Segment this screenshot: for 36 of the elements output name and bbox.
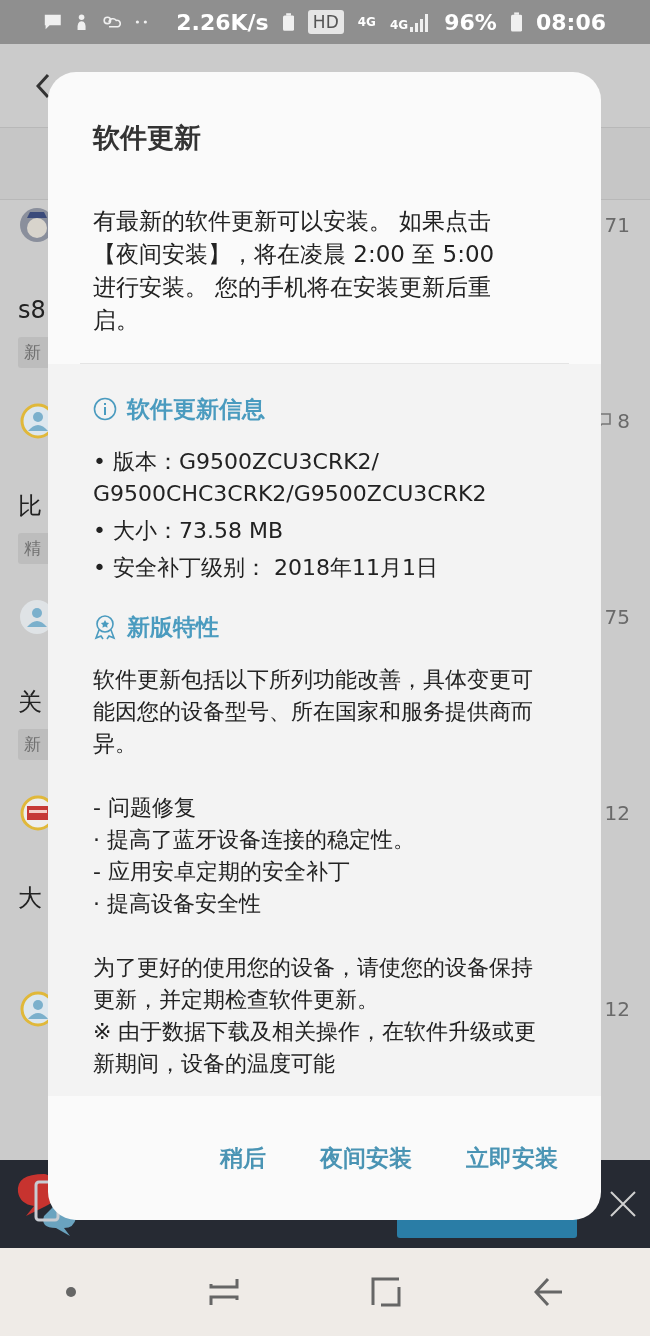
back-arrow-icon[interactable] [533,1277,564,1307]
info-item: • 版本：G9500ZCU3CRK2/ G9500CHC3CRK2/G9500ZCU3CRK2 [93,448,487,508]
dialog-title: 软件更新 [93,121,201,155]
post-title[interactable]: 比 [18,491,42,521]
dialog-message: 有最新的软件更新可以安装。 如果点击【夜间安装】，将在凌晨 2:00 至 5:00 进行安装。 您的手机将在安装更新后重启。 [93,207,496,335]
feature-paragraph: 软件更新包括以下所列功能改善，具体变更可能因您的设备型号、所在国家和服务提供商而异。 [93,666,534,758]
network-type: 4G [357,15,376,29]
feature-paragraph: - 问题修复 · 提高了蓝牙设备连接的稳定性。 - 应用安卓定期的安全补丁 · 提高设备安全性 [93,794,415,918]
section-heading: 新版特性 [127,612,219,642]
person-icon [75,12,87,32]
battery-level: 96% [444,9,497,35]
signal-type: 4G [389,18,409,32]
recent-apps-icon[interactable] [208,1277,239,1307]
more-icon [135,19,149,25]
comment-count: 71 [604,213,630,237]
comment-count: 75 [604,605,630,629]
battery-icon [510,10,522,34]
info-icon [93,397,117,421]
badge-icon [93,614,117,640]
post-title[interactable]: s8 [18,295,46,325]
network-speed: 2.26K/s [176,9,269,35]
dot-icon[interactable] [66,1287,77,1297]
comment-count: 12 [604,801,630,825]
clock: 08:06 [536,9,606,35]
post-title[interactable]: 大 [18,883,42,913]
info-item: • 安全补丁级别： 2018年11月1日 [93,554,438,582]
back-icon[interactable] [36,72,50,99]
close-icon[interactable] [610,1191,636,1217]
feature-paragraph: 为了更好的使用您的设备，请使您的设备保持更新，并定期检查软件更新。 ※ 由于数据下载及相关操作，在软件升级或更新期间，设备的温度可能 [93,954,538,1078]
info-item: • 大小：73.58 MB [93,517,284,545]
section-heading: 软件更新信息 [127,394,265,424]
comment-count: 12 [604,997,630,1021]
hd-badge: HD [307,10,344,34]
signal-icon [410,12,431,32]
post-title[interactable]: 关 [18,687,42,717]
home-icon[interactable] [371,1277,402,1307]
